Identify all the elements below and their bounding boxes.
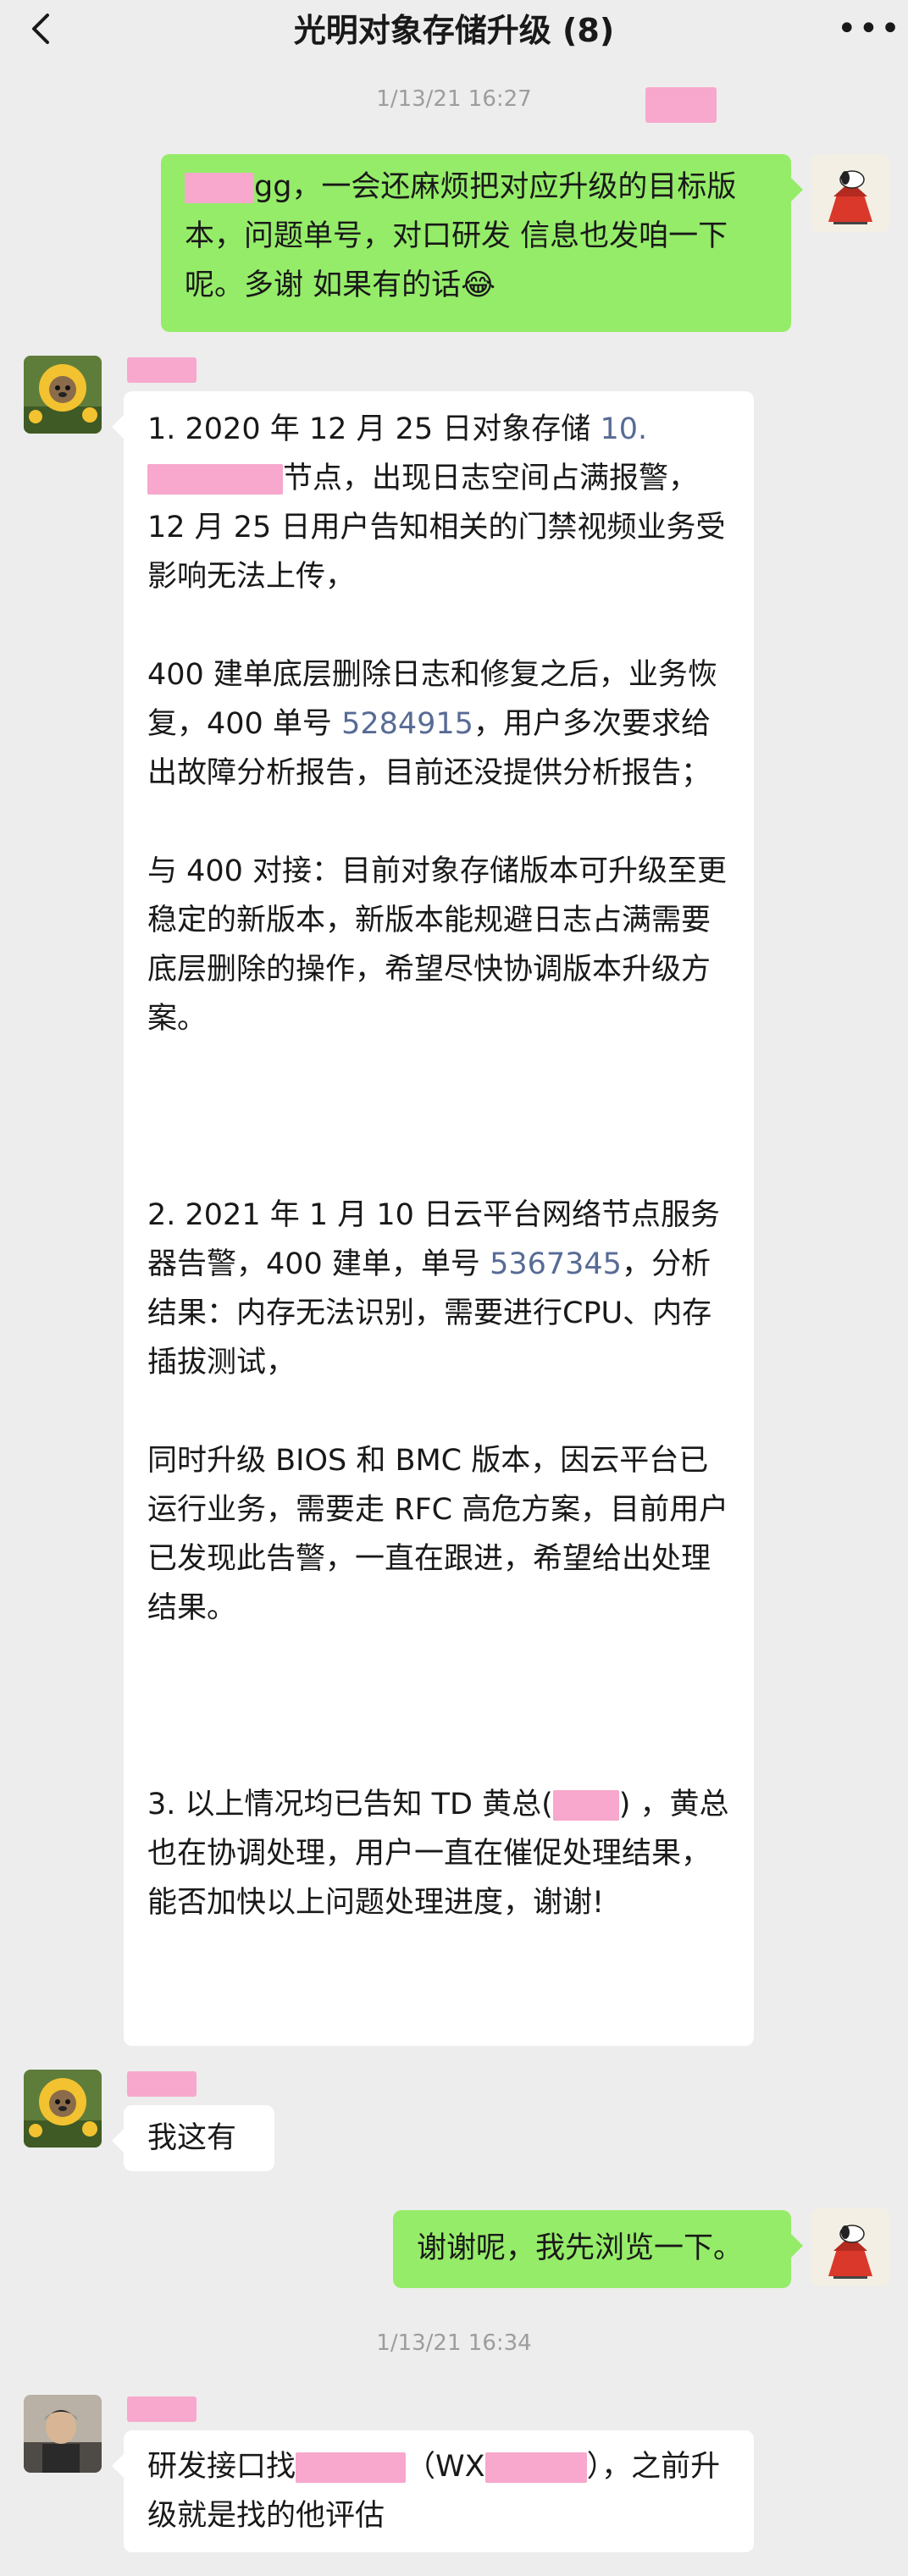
message-bubble-incoming[interactable]: 我这有 — [112, 2105, 274, 2171]
message-text: 我这有 — [147, 2121, 237, 2155]
redacted-name — [552, 1790, 619, 1821]
sender-name-redacted — [127, 2071, 197, 2097]
message-paragraph: 2. 2021 年 1 月 10 日云平台网络节点服务器告警，400 建单，单号… — [147, 1198, 721, 1379]
redacted-ip — [147, 464, 283, 495]
redacted-name — [296, 2452, 407, 2483]
avatar-sunflower-dog[interactable] — [24, 2070, 102, 2148]
more-dots-icon[interactable]: ••• — [837, 10, 900, 47]
redacted-name — [185, 173, 254, 203]
redacted-block — [645, 87, 717, 123]
message-paragraph: 400 建单底层删除日志和修复之后，业务恢复，400 单号 5284915，用户… — [147, 658, 717, 790]
ticket-link[interactable]: 5367345 — [490, 1247, 622, 1281]
message-paragraph: 同时升级 BIOS 和 BMC 版本，因云平台已运行业务，需要走 RFC 高危方… — [147, 1444, 729, 1625]
message-paragraph: 与 400 对接：目前对象存储版本可升级至更稳定的新版本，新版本能规避日志占满需… — [147, 854, 728, 1036]
message-bubble-outgoing[interactable]: 谢谢呢，我先浏览一下。 — [393, 2210, 803, 2288]
sender-name-redacted — [127, 357, 197, 383]
message-bubble-incoming[interactable]: 1. 2020 年 12 月 25 日对象存储 10.节点，出现日志空间占满报警… — [112, 391, 754, 2046]
message-paragraph: 1. 2020 年 12 月 25 日对象存储 10.节点，出现日志空间占满报警… — [147, 412, 726, 594]
redacted-id — [484, 2452, 587, 2483]
chat-header: 光明对象存储升级 (8) ••• — [0, 0, 908, 61]
avatar-person[interactable] — [24, 2395, 102, 2473]
sender-name-redacted — [127, 2396, 197, 2422]
ticket-link[interactable]: 5284915 — [341, 707, 473, 741]
message-bubble-outgoing[interactable]: gg，一会还麻烦把对应升级的目标版本，问题单号，对口研发 信息也发咱一下呢。多谢… — [161, 154, 803, 332]
avatar-sunflower-dog[interactable] — [24, 356, 102, 434]
message-bubble-incoming[interactable]: 研发接口找 （WX ），之前升级就是找的他评估 — [112, 2430, 754, 2552]
message-text: 谢谢呢，我先浏览一下。 — [417, 2231, 744, 2265]
timestamp: 1/13/21 16:27 — [376, 86, 532, 112]
avatar-snoopy[interactable] — [811, 2208, 889, 2286]
message-text: gg，一会还麻烦把对应升级的目标版本，问题单号，对口研发 信息也发咱一下呢。多谢… — [185, 170, 737, 302]
chat-title: 光明对象存储升级 (8) — [293, 12, 615, 49]
message-paragraph: 3. 以上情况均已告知 TD 黄总() ，黄总也在协调处理，用户一直在催促处理结… — [147, 1788, 729, 1920]
avatar-snoopy[interactable] — [811, 154, 889, 232]
timestamp: 1/13/21 16:34 — [376, 2330, 532, 2356]
message-text: 研发接口找 （WX ），之前升级就是找的他评估 — [147, 2450, 721, 2533]
